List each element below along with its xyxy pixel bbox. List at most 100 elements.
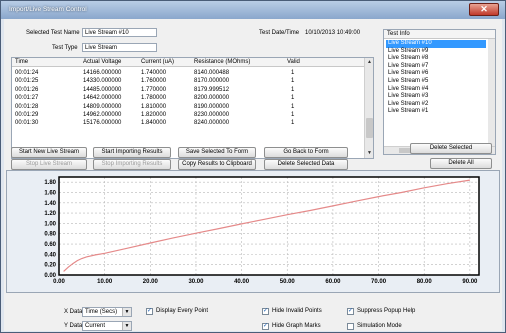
table-row[interactable]: 00:01:26 14485.000000 1.770000 8179.999512 1 [12, 86, 365, 94]
list-item[interactable]: Live Stream #9 [386, 48, 486, 56]
column-header[interactable]: Resistance (MOhms) [194, 59, 250, 65]
list-item[interactable]: Live Stream #6 [386, 70, 486, 78]
list-item[interactable]: Live Stream #1 [386, 108, 486, 116]
x-tick-label: 90.00 [462, 279, 478, 285]
table-cell: 1.760000 [141, 78, 167, 85]
close-icon: ✕ [480, 4, 488, 14]
y-tick-label: 0.60 [44, 242, 56, 248]
scroll-up-icon[interactable]: ▲ [366, 59, 373, 66]
y-tick-label: 0.80 [44, 232, 56, 238]
hide-invalid-points-checkbox[interactable]: ✓ [262, 308, 269, 315]
stop-live-stream-button[interactable]: Stop Live Stream [11, 159, 87, 170]
simulation-mode-checkbox[interactable] [347, 323, 354, 330]
list-item[interactable]: Live Stream #5 [386, 78, 486, 86]
copy-clipboard-button[interactable]: Copy Results to Clipboard [178, 159, 256, 170]
display-every-point-checkbox[interactable]: ✓ [146, 308, 153, 315]
y-tick-label: 0.40 [44, 252, 56, 258]
y-tick-label: 1.20 [44, 211, 56, 217]
results-grid[interactable]: Time Actual Voltage Current (uA) Resista… [11, 57, 374, 159]
y-tick-label: 0.20 [44, 263, 56, 269]
column-header[interactable]: Current (uA) [141, 59, 174, 65]
x-data-value: Time (Secs) [85, 309, 118, 315]
grid-scrollbar[interactable]: ▲ ▼ [364, 58, 373, 158]
table-cell: 8240.000000 [194, 120, 230, 127]
table-cell: 00:01:27 [15, 95, 39, 102]
title-bar[interactable]: Import/Live Stream Control ✕ [1, 1, 505, 19]
go-back-button[interactable]: Go Back to Form [264, 147, 348, 158]
delete-selected-button[interactable]: Delete Selected [410, 143, 492, 154]
table-cell: 14642.000000 [83, 95, 122, 102]
table-cell: 00:01:24 [15, 70, 39, 76]
table-row[interactable]: 00:01:25 14330.000000 1.760000 8170.000000 1 [12, 77, 365, 85]
start-live-stream-button[interactable]: Start New Live Stream [11, 147, 87, 158]
x-tick-label: 0.00 [53, 279, 65, 285]
table-cell: 1 [291, 86, 295, 93]
list-item[interactable]: Live Stream #8 [386, 55, 486, 63]
client-area: Selected Test Name Live Stream #10 Test … [4, 19, 502, 331]
table-cell: 1 [291, 120, 295, 127]
table-cell: 1.780000 [141, 95, 167, 102]
table-cell: 1 [291, 112, 295, 118]
plot-area [59, 177, 479, 275]
x-tick-label: 70.00 [371, 279, 387, 285]
table-cell: 1 [291, 78, 295, 85]
x-tick-label: 20.00 [143, 279, 159, 285]
table-cell: 8230.000000 [194, 112, 230, 118]
test-info-scrollbar[interactable] [488, 39, 495, 147]
list-item[interactable]: Live Stream #10 [386, 40, 486, 48]
close-button[interactable]: ✕ [469, 3, 499, 16]
delete-selected-data-button[interactable]: Delete Selected Data [264, 159, 348, 170]
table-row[interactable]: 00:01:28 14809.000000 1.810000 8190.000000 1 [12, 103, 365, 111]
x-data-select[interactable]: Time (Secs) ▼ [82, 307, 132, 317]
suppress-popup-help-label: Suppress Popup Help [357, 308, 416, 314]
save-to-form-button[interactable]: Save Selected To Form [178, 147, 256, 158]
suppress-popup-help-checkbox[interactable]: ✓ [347, 308, 354, 315]
column-header[interactable]: Actual Voltage [83, 59, 121, 65]
selected-test-field[interactable]: Live Stream #10 [82, 28, 157, 37]
table-cell: 8200.000000 [194, 95, 230, 102]
chevron-down-icon: ▼ [122, 322, 131, 330]
list-item[interactable]: Live Stream #3 [386, 93, 486, 101]
table-cell: 1.820000 [141, 112, 167, 118]
y-tick-label: 1.00 [44, 221, 56, 227]
scroll-down-icon[interactable]: ▼ [366, 150, 373, 157]
table-row[interactable]: 00:01:30 15176.000000 1.840000 8240.000000 1 [12, 119, 365, 127]
stop-importing-button[interactable]: Stop Importing Results [93, 159, 171, 170]
x-tick-label: 10.00 [97, 279, 113, 285]
test-datetime-label: Test Date/Time [259, 30, 300, 36]
table-cell: 1 [291, 70, 295, 76]
list-item[interactable]: Live Stream #2 [386, 101, 486, 109]
start-importing-button[interactable]: Start Importing Results [93, 147, 171, 158]
table-cell: 1.740000 [141, 70, 167, 76]
simulation-mode-label: Simulation Mode [357, 323, 402, 329]
table-cell: 14330.000000 [83, 78, 122, 85]
table-cell: 1.810000 [141, 103, 167, 110]
check-icon: ✓ [147, 308, 153, 314]
table-row[interactable]: 00:01:24 14166.000000 1.740000 8140.000488 1 [12, 69, 365, 77]
y-tick-label: 1.40 [44, 201, 56, 207]
table-cell: 1 [291, 95, 295, 102]
test-type-field[interactable]: Live Stream [82, 43, 157, 52]
column-header[interactable]: Valid [287, 59, 300, 65]
table-row[interactable]: 00:01:29 14962.000000 1.820000 8230.000000 1 [12, 111, 365, 119]
x-tick-label: 40.00 [234, 279, 250, 285]
y-data-value: Current [85, 323, 106, 329]
grid-header: Time Actual Voltage Current (uA) Resista… [12, 58, 365, 67]
current-time-chart[interactable]: 0.00 10.00 20.00 30.00 40.00 50.00 60.00 70.00 8… [7, 171, 499, 292]
scroll-thumb[interactable] [366, 118, 373, 138]
list-item[interactable]: Live Stream #7 [386, 63, 486, 71]
table-cell: 8179.999512 [194, 86, 230, 93]
column-header[interactable]: Time [15, 59, 28, 65]
hide-graph-marks-checkbox[interactable]: ✓ [262, 323, 269, 330]
test-info-list[interactable]: Test Info Live Stream #10 Live Stream #9 L… [383, 29, 496, 155]
table-cell: 00:01:25 [15, 78, 39, 85]
table-row[interactable]: 00:01:27 14642.000000 1.780000 8200.000000 1 [12, 94, 365, 102]
y-data-select[interactable]: Current ▼ [82, 321, 132, 331]
delete-all-button[interactable]: Delete All [430, 158, 492, 169]
x-tick-label: 50.00 [280, 279, 296, 285]
selected-test-label: Selected Test Name [26, 30, 80, 36]
list-item[interactable]: Live Stream #4 [386, 86, 486, 94]
table-cell: 8190.000000 [194, 103, 230, 110]
x-data-label: X Data [64, 309, 83, 315]
table-cell: 15176.000000 [83, 120, 122, 127]
